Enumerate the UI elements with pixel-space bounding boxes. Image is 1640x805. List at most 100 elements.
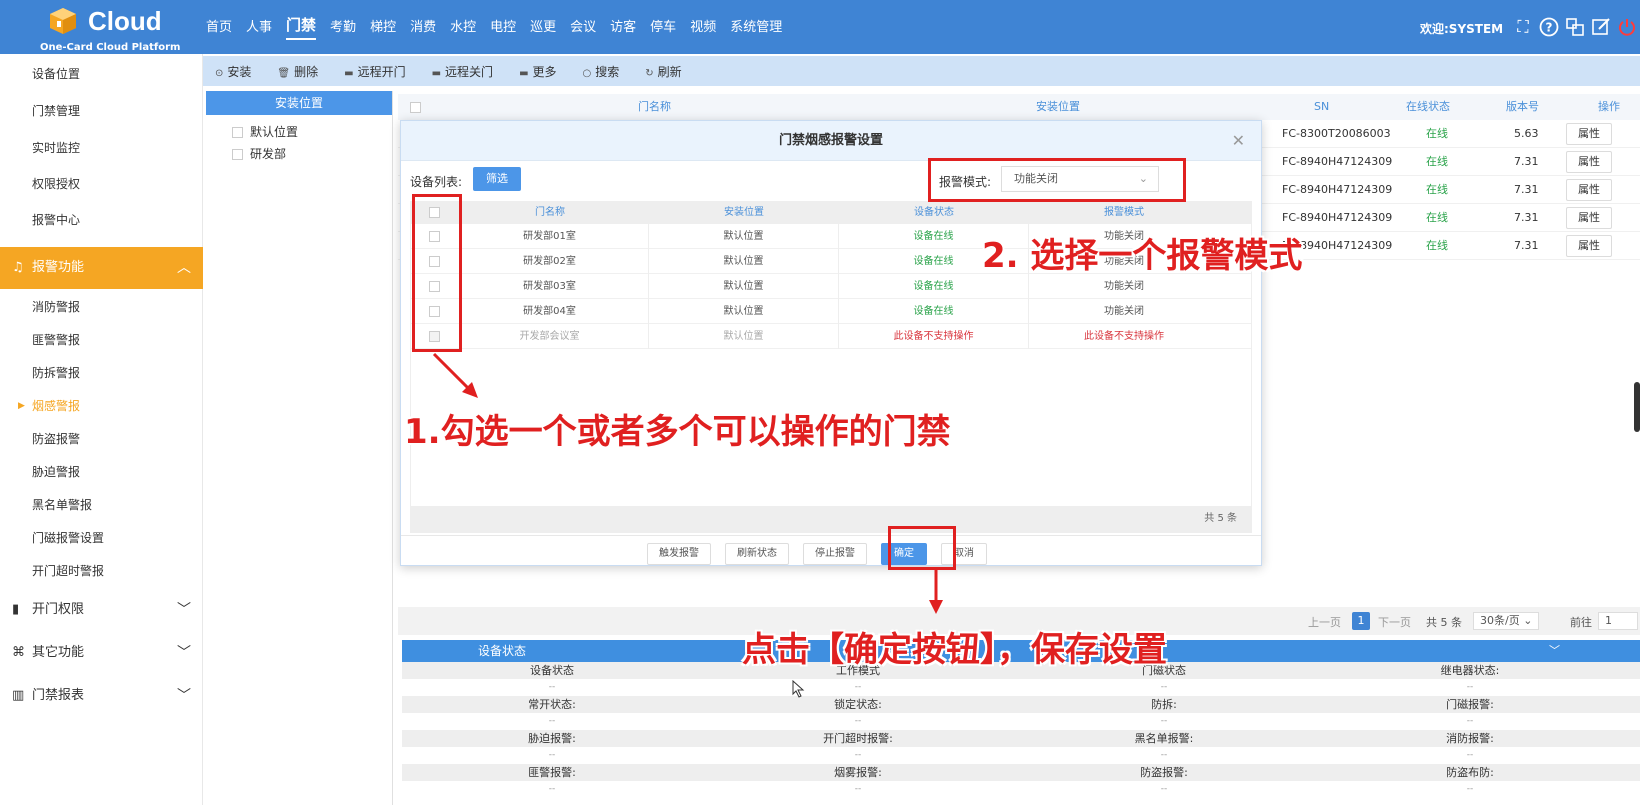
nav-attendance[interactable]: 考勤	[330, 16, 356, 40]
nav-system[interactable]: 系统管理	[730, 16, 782, 40]
fullscreen-icon[interactable]: ⛶	[1512, 16, 1534, 38]
version-cell: 7.31	[1514, 155, 1539, 168]
nav-home[interactable]: 首页	[206, 16, 232, 40]
tree-checkbox[interactable]	[232, 127, 243, 138]
switch-icon[interactable]	[1564, 16, 1586, 38]
sidebar-item-robbery-alarm[interactable]: 匪警警报	[0, 323, 203, 357]
nav-access-control[interactable]: 门禁	[286, 14, 317, 40]
select-all-checkbox[interactable]	[410, 102, 421, 113]
sidebar-item-door-management[interactable]: 门禁管理	[0, 94, 203, 128]
sidebar-item-realtime-monitor[interactable]: 实时监控	[0, 131, 203, 165]
refresh-status-button[interactable]: 刷新状态	[725, 543, 789, 565]
nav-visitor[interactable]: 访客	[610, 16, 636, 40]
mouse-cursor-icon	[792, 679, 806, 702]
properties-button[interactable]: 属性	[1566, 151, 1612, 173]
close-icon[interactable]: ✕	[1232, 121, 1245, 161]
col-online-status[interactable]: 在线状态	[1406, 94, 1450, 120]
status-label: 胁迫报警:	[528, 732, 576, 745]
status-label: 防拆:	[1151, 698, 1177, 711]
sn-cell: FC-8940H47124309	[1282, 155, 1393, 168]
page-size-select[interactable]: 30条/页 ⌄	[1473, 612, 1540, 630]
goto-label: 前往	[1570, 616, 1592, 629]
trigger-alarm-button[interactable]: 触发报警	[647, 543, 711, 565]
properties-button[interactable]: 属性	[1566, 235, 1612, 257]
properties-button[interactable]: 属性	[1566, 179, 1612, 201]
sidebar-item-blacklist-alarm[interactable]: 黑名单警报	[0, 488, 203, 522]
more-button[interactable]: ▬ 更多	[519, 63, 556, 80]
properties-button[interactable]: 属性	[1566, 123, 1612, 145]
install-button[interactable]: ⊙ 安装	[215, 63, 251, 80]
sidebar-group-reports[interactable]: ▥ 门禁报表 ﹀	[0, 675, 203, 717]
sidebar-item-fire-alarm[interactable]: 消防警报	[0, 290, 203, 324]
power-icon[interactable]	[1616, 16, 1638, 38]
welcome-text: 欢迎:SYSTEM	[1420, 22, 1504, 36]
device-table-header: 门名称 安装位置 设备状态 报警模式	[411, 202, 1251, 224]
sidebar-item-alarm-center[interactable]: 报警中心	[0, 203, 203, 237]
sidebar-item-burglar-alarm[interactable]: 防盗报警	[0, 422, 203, 456]
tree-node-rd[interactable]: 研发部	[206, 143, 392, 165]
nav-elevator[interactable]: 梯控	[370, 16, 396, 40]
nav-water[interactable]: 水控	[450, 16, 476, 40]
status-value: --	[854, 682, 862, 692]
nav-meeting[interactable]: 会议	[570, 16, 596, 40]
logo-text: Cloud	[88, 6, 162, 36]
grid-icon: ⌘	[12, 645, 25, 660]
sidebar-item-permissions[interactable]: 权限授权	[0, 167, 203, 201]
next-page-button[interactable]: 下一页	[1378, 614, 1411, 630]
sidebar-group-other[interactable]: ⌘ 其它功能 ﹀	[0, 632, 203, 674]
sidebar-item-door-timeout-alarm[interactable]: 开门超时警报	[0, 554, 203, 588]
sn-cell: FC-8300T20086003	[1282, 127, 1391, 140]
door-name-cell: 研发部01室	[451, 224, 649, 249]
stop-alarm-button[interactable]: 停止报警	[803, 543, 867, 565]
table-row[interactable]: 研发部04室 默认位置 设备在线 功能关闭	[411, 299, 1251, 324]
scrollbar-handle[interactable]	[1634, 382, 1640, 432]
sidebar-item-tamper-alarm[interactable]: 防拆警报	[0, 356, 203, 390]
device-status-cell: 此设备不支持操作	[839, 324, 1029, 349]
search-button[interactable]: ○ 搜索	[583, 63, 620, 80]
remote-close-button[interactable]: ▬ 远程关门	[432, 63, 493, 80]
sidebar-item-door-sensor-settings[interactable]: 门磁报警设置	[0, 521, 203, 555]
status-label: 设备状态	[530, 664, 574, 677]
version-cell: 7.31	[1514, 239, 1539, 252]
properties-button[interactable]: 属性	[1566, 207, 1612, 229]
nav-video[interactable]: 视频	[690, 16, 716, 40]
filter-button[interactable]: 筛选	[473, 167, 521, 191]
nav-hr[interactable]: 人事	[246, 16, 272, 40]
remote-open-button[interactable]: ▬ 远程开门	[344, 63, 405, 80]
nav-consumption[interactable]: 消费	[410, 16, 436, 40]
col-alarm-mode: 报警模式	[1104, 207, 1144, 218]
sidebar-group-open-permission[interactable]: ▮ 开门权限 ﹀	[0, 589, 203, 631]
sidebar-item-smoke-alarm[interactable]: ▶ 烟感警报	[0, 389, 203, 423]
prev-page-button[interactable]: 上一页	[1308, 614, 1341, 630]
delete-button[interactable]: 🗑 删除	[277, 63, 318, 80]
sidebar-group-alarm[interactable]: ♫ 报警功能 ︿	[0, 247, 203, 289]
current-page[interactable]: 1	[1352, 612, 1370, 630]
device-status-cell: 设备在线	[839, 299, 1029, 324]
tree-checkbox[interactable]	[232, 149, 243, 160]
status-label: 防盗报警:	[1140, 766, 1188, 779]
sidebar-item-duress-alarm[interactable]: 胁迫警报	[0, 455, 203, 489]
nav-parking[interactable]: 停车	[650, 16, 676, 40]
col-door-name: 门名称	[535, 207, 565, 218]
status-value-row: -- -- -- --	[402, 747, 1640, 764]
more-label: 更多	[532, 64, 557, 79]
table-row[interactable]: 研发部03室 默认位置 设备在线 功能关闭	[411, 274, 1251, 299]
edit-icon[interactable]	[1590, 16, 1612, 38]
nav-power[interactable]: 电控	[490, 16, 516, 40]
nav-patrol[interactable]: 巡更	[530, 16, 556, 40]
help-icon[interactable]: ?	[1538, 16, 1560, 38]
plus-circle-icon: ⊙	[215, 67, 224, 79]
logo[interactable]: Cloud One-Card Cloud Platform	[30, 4, 180, 53]
sidebar-group-reports-label: 门禁报表	[32, 688, 85, 703]
install-label: 安装	[227, 64, 252, 79]
refresh-button[interactable]: ↻ 刷新	[645, 63, 681, 80]
status-label: 消防报警:	[1446, 732, 1494, 745]
status-label-row: 匪警报警: 烟雾报警: 防盗报警: 防盗布防:	[402, 764, 1640, 781]
alarm-bell-icon: ♫	[12, 260, 24, 275]
tree-node-default[interactable]: 默认位置	[206, 121, 392, 143]
chevron-down-icon[interactable]: ﹀	[1549, 640, 1560, 662]
status-label: 匪警报警:	[528, 766, 576, 779]
status-label: 防盗布防:	[1446, 766, 1494, 779]
goto-input[interactable]: 1	[1598, 612, 1638, 630]
sidebar-item-device-location[interactable]: 设备位置	[0, 57, 203, 91]
